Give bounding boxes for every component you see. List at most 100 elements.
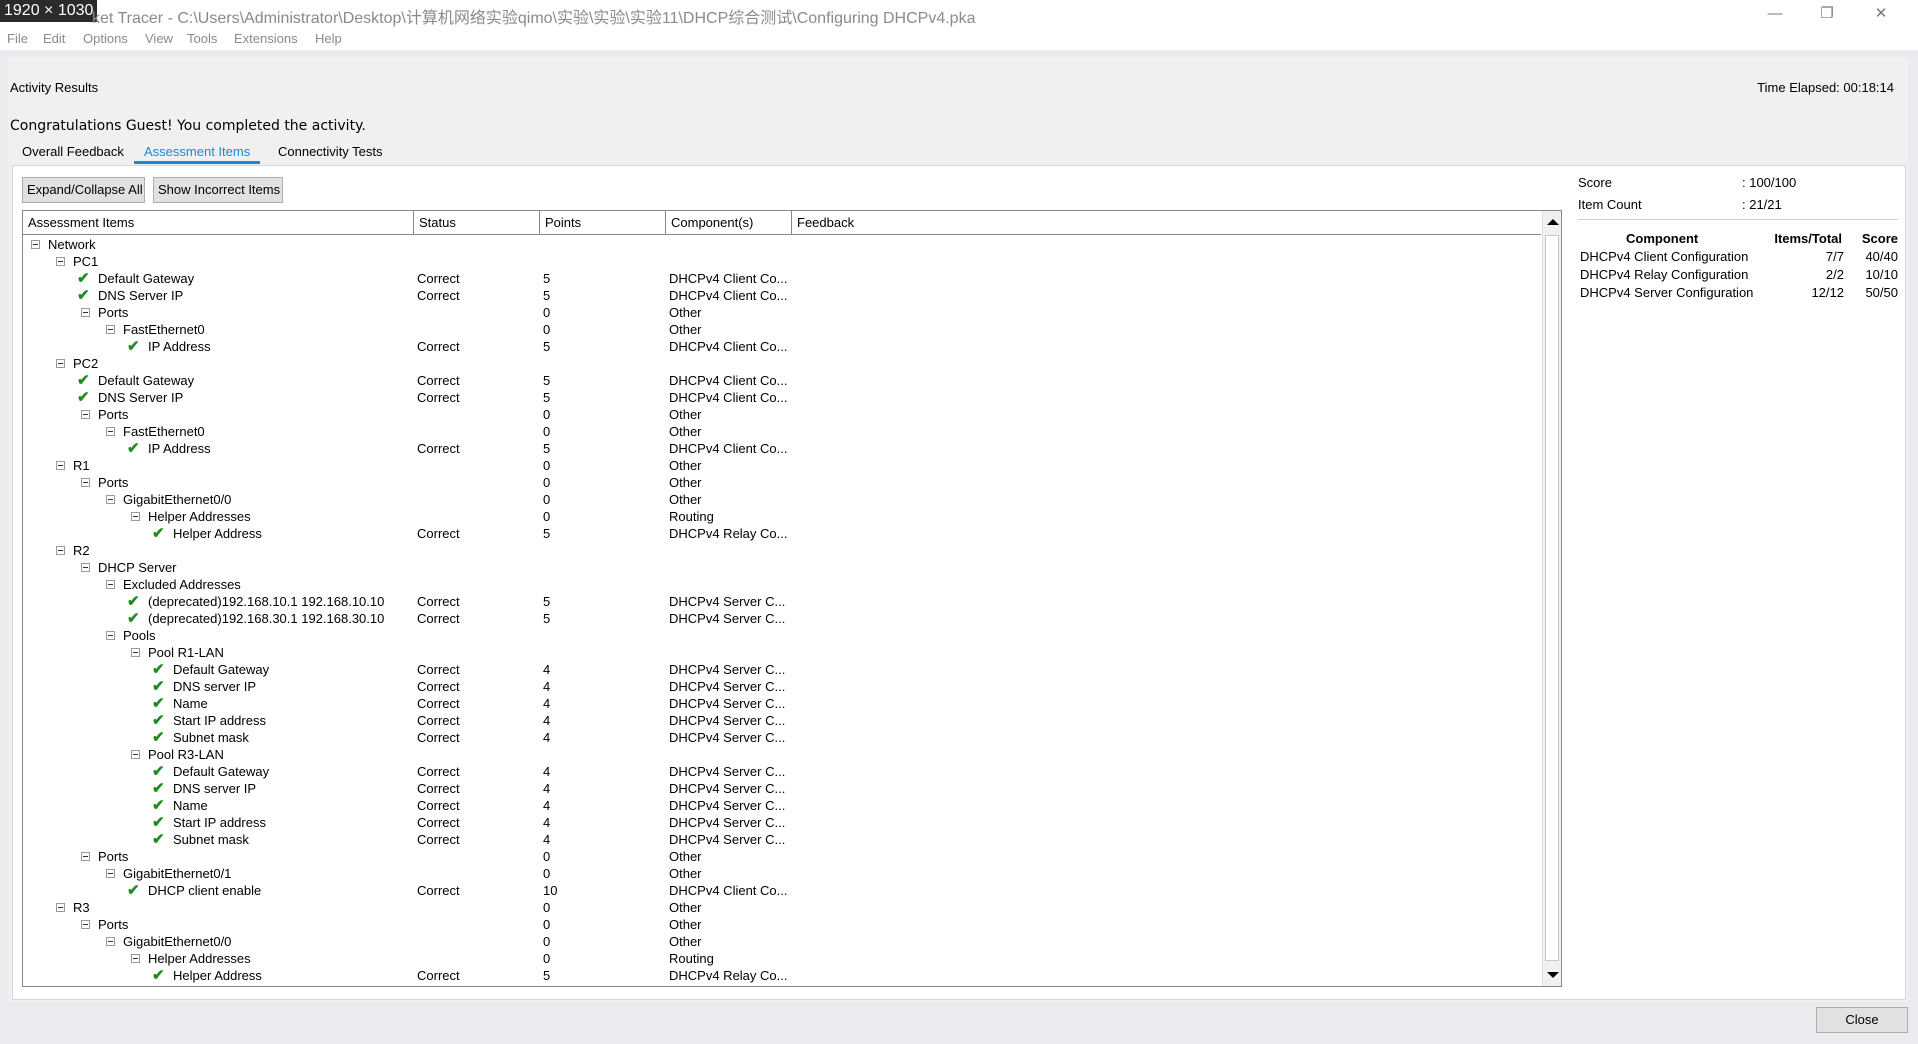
show-incorrect-button[interactable]: Show Incorrect Items <box>153 177 283 203</box>
menu-extensions[interactable]: Extensions <box>234 31 298 46</box>
tree-item-row[interactable]: ✔ IP Address Correct 5 DHCPv4 Client Co... <box>23 440 1541 457</box>
tree-item-row[interactable]: ✔ Start IP address Correct 4 DHCPv4 Server C… <box>23 712 1541 729</box>
tree-node-row[interactable]: Helper Addresses 0 Routing <box>23 508 1541 525</box>
collapse-toggle-icon[interactable] <box>131 954 140 963</box>
tree-item-row[interactable]: ✔ Helper Address Correct 5 DHCPv4 Relay Co..… <box>23 525 1541 542</box>
minimize-button[interactable]: — <box>1752 0 1798 28</box>
tree-node-row[interactable]: Ports 0 Other <box>23 474 1541 491</box>
scroll-down-icon[interactable] <box>1547 972 1559 978</box>
tree-item-row[interactable]: ✔ DNS Server IP Correct 5 DHCPv4 Client Co..… <box>23 389 1541 406</box>
scroll-up-icon[interactable] <box>1547 219 1559 225</box>
tree-item-row[interactable]: ✔ (deprecated)192.168.10.1 192.168.10.10 C… <box>23 593 1541 610</box>
tree-item-row[interactable]: ✔ Name Correct 4 DHCPv4 Server C... <box>23 797 1541 814</box>
collapse-toggle-icon[interactable] <box>106 631 115 640</box>
collapse-toggle-icon[interactable] <box>56 257 65 266</box>
tab-overall-feedback[interactable]: Overall Feedback <box>12 140 134 164</box>
tree-item-row[interactable]: ✔ DNS server IP Correct 4 DHCPv4 Server C... <box>23 780 1541 797</box>
collapse-toggle-icon[interactable] <box>106 325 115 334</box>
collapse-toggle-icon[interactable] <box>106 495 115 504</box>
tree-node-row[interactable]: R2 <box>23 542 1541 559</box>
tree-node-row[interactable]: GigabitEthernet0/0 0 Other <box>23 491 1541 508</box>
tree-item-row[interactable]: ✔ Default Gateway Correct 5 DHCPv4 Client Co… <box>23 270 1541 287</box>
collapse-toggle-icon[interactable] <box>81 308 90 317</box>
collapse-toggle-icon[interactable] <box>81 410 90 419</box>
column-components[interactable]: Component(s) <box>666 211 792 234</box>
collapse-toggle-icon[interactable] <box>131 512 140 521</box>
column-points[interactable]: Points <box>540 211 666 234</box>
item-label: Ports <box>98 475 129 490</box>
expand-collapse-button[interactable]: Expand/Collapse All <box>22 177 145 203</box>
tree-item-row[interactable]: ✔ Subnet mask Correct 4 DHCPv4 Server C... <box>23 831 1541 848</box>
tree-item-row[interactable]: ✔ DHCP client enable Correct 10 DHCPv4 Clien… <box>23 882 1541 899</box>
tree-node-row[interactable]: Pool R3-LAN <box>23 746 1541 763</box>
check-icon: ✔ <box>152 967 165 984</box>
column-assessment-items[interactable]: Assessment Items <box>23 211 414 234</box>
collapse-toggle-icon[interactable] <box>56 903 65 912</box>
vertical-scrollbar[interactable] <box>1542 211 1561 986</box>
column-status[interactable]: Status <box>414 211 540 234</box>
tree-node-row[interactable]: Excluded Addresses <box>23 576 1541 593</box>
tree-item-row[interactable]: ✔ (deprecated)192.168.30.1 192.168.30.10 C… <box>23 610 1541 627</box>
collapse-toggle-icon[interactable] <box>106 580 115 589</box>
tree-item-row[interactable]: ✔ DNS Server IP Correct 5 DHCPv4 Client Co..… <box>23 287 1541 304</box>
menu-file[interactable]: File <box>7 31 28 46</box>
restore-button[interactable]: ❐ <box>1804 0 1850 28</box>
collapse-toggle-icon[interactable] <box>106 869 115 878</box>
tab-assessment-items[interactable]: Assessment Items <box>134 140 261 164</box>
collapse-toggle-icon[interactable] <box>56 461 65 470</box>
item-points: 5 <box>543 339 551 354</box>
menu-help[interactable]: Help <box>315 31 342 46</box>
tree-node-row[interactable]: Ports 0 Other <box>23 406 1541 423</box>
collapse-toggle-icon[interactable] <box>131 648 140 657</box>
tree-node-row[interactable]: FastEthernet0 0 Other <box>23 423 1541 440</box>
tree-node-row[interactable]: GigabitEthernet0/1 0 Other <box>23 865 1541 882</box>
tree-item-row[interactable]: ✔ Default Gateway Correct 4 DHCPv4 Server C.… <box>23 661 1541 678</box>
tree-item-row[interactable]: ✔ Name Correct 4 DHCPv4 Server C... <box>23 695 1541 712</box>
tree-node-row[interactable]: FastEthernet0 0 Other <box>23 321 1541 338</box>
tree-node-row[interactable]: Pools <box>23 627 1541 644</box>
tree-item-row[interactable]: ✔ Default Gateway Correct 4 DHCPv4 Server C.… <box>23 763 1541 780</box>
tree-node-row[interactable]: Helper Addresses 0 Routing <box>23 950 1541 967</box>
tree-node-row[interactable]: GigabitEthernet0/0 0 Other <box>23 933 1541 950</box>
tree-item-row[interactable]: ✔ DNS server IP Correct 4 DHCPv4 Server C... <box>23 678 1541 695</box>
collapse-toggle-icon[interactable] <box>106 427 115 436</box>
tree-node-row[interactable]: Ports 0 Other <box>23 916 1541 933</box>
tree-node-row[interactable]: R1 0 Other <box>23 457 1541 474</box>
tree-node-row[interactable]: PC2 <box>23 355 1541 372</box>
tree-node-row[interactable]: Network <box>23 236 1541 253</box>
tree-node-row[interactable]: PC1 <box>23 253 1541 270</box>
item-label: DNS Server IP <box>98 390 184 405</box>
assessment-tree[interactable]: Assessment Items Status Points Component… <box>22 210 1562 987</box>
scroll-thumb[interactable] <box>1545 235 1559 961</box>
tree-node-row[interactable]: R3 0 Other <box>23 899 1541 916</box>
menu-tools[interactable]: Tools <box>187 31 217 46</box>
tree-node-row[interactable]: Ports 0 Other <box>23 304 1541 321</box>
collapse-toggle-icon[interactable] <box>56 359 65 368</box>
collapse-toggle-icon[interactable] <box>106 937 115 946</box>
menu-options[interactable]: Options <box>83 31 128 46</box>
close-button[interactable]: Close <box>1816 1007 1908 1033</box>
collapse-toggle-icon[interactable] <box>81 563 90 572</box>
collapse-toggle-icon[interactable] <box>56 546 65 555</box>
menu-edit[interactable]: Edit <box>43 31 65 46</box>
tree-node-row[interactable]: Ports 0 Other <box>23 848 1541 865</box>
tree-item-row[interactable]: ✔ IP Address Correct 5 DHCPv4 Client Co... <box>23 338 1541 355</box>
tree-item-row[interactable]: ✔ Helper Address Correct 5 DHCPv4 Relay Co..… <box>23 967 1541 984</box>
collapse-toggle-icon[interactable] <box>81 478 90 487</box>
tree-node-row[interactable]: DHCP Server <box>23 559 1541 576</box>
tree-item-row[interactable]: ✔ Subnet mask Correct 4 DHCPv4 Server C... <box>23 729 1541 746</box>
tree-item-row[interactable]: ✔ Default Gateway Correct 5 DHCPv4 Client Co… <box>23 372 1541 389</box>
tree-item-row[interactable]: ✔ Start IP address Correct 4 DHCPv4 Server C… <box>23 814 1541 831</box>
item-component: DHCPv4 Server C... <box>669 730 786 745</box>
collapse-toggle-icon[interactable] <box>131 750 140 759</box>
menu-view[interactable]: View <box>145 31 173 46</box>
item-status: Correct <box>417 832 460 847</box>
collapse-toggle-icon[interactable] <box>31 240 40 249</box>
window-close-button[interactable]: ✕ <box>1858 0 1904 28</box>
item-component: DHCPv4 Relay Co... <box>669 526 788 541</box>
tab-connectivity-tests[interactable]: Connectivity Tests <box>268 140 393 164</box>
column-feedback[interactable]: Feedback <box>792 211 1541 234</box>
collapse-toggle-icon[interactable] <box>81 920 90 929</box>
collapse-toggle-icon[interactable] <box>81 852 90 861</box>
tree-node-row[interactable]: Pool R1-LAN <box>23 644 1541 661</box>
